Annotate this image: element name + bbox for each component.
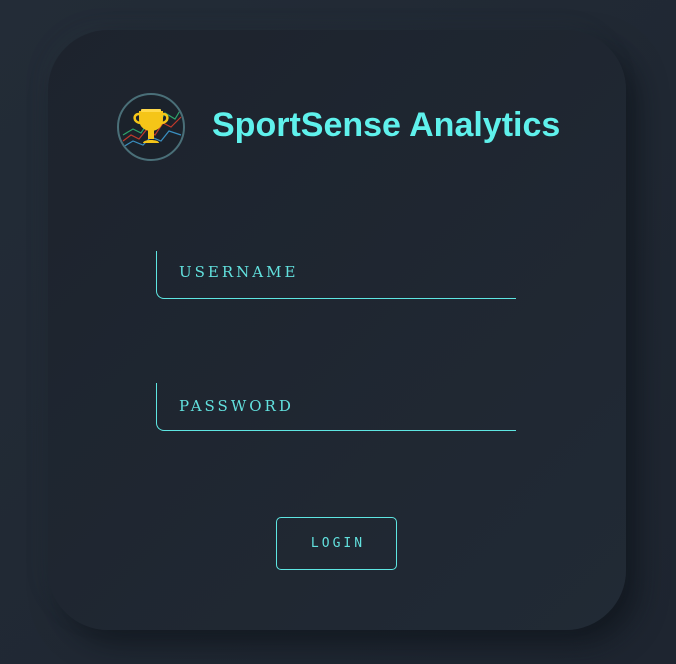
brand-title: SportSense Analytics (212, 106, 561, 144)
password-label: PASSWORD (179, 397, 294, 415)
login-button[interactable]: LOGIN (276, 517, 397, 570)
password-field[interactable]: PASSWORD (156, 383, 516, 431)
trophy-chart-icon (117, 93, 185, 161)
login-card: SportSense Analytics USERNAME PASSWORD L… (48, 30, 626, 630)
username-label: USERNAME (179, 263, 299, 281)
username-field[interactable]: USERNAME (156, 251, 516, 299)
